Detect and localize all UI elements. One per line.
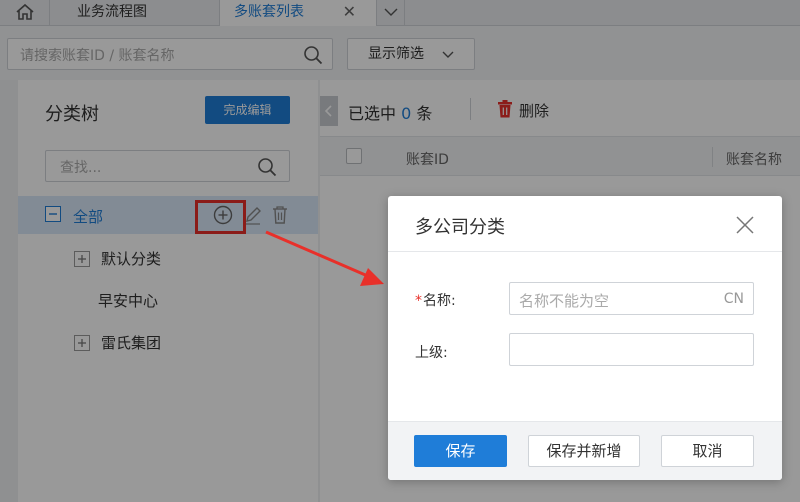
name-input[interactable]: 名称不能为空 CN [509, 282, 754, 315]
parent-input[interactable] [509, 333, 754, 366]
save-button[interactable]: 保存 [414, 435, 507, 467]
parent-field-label: 上级: [415, 345, 448, 361]
cancel-button[interactable]: 取消 [661, 435, 754, 467]
dialog-header: 多公司分类 [388, 196, 782, 252]
dialog-footer: 保存 保存并新增 取消 [388, 421, 782, 480]
category-dialog: 多公司分类 *名称: 名称不能为空 CN 上级: 保存 保存并新增 取消 [388, 196, 782, 480]
dialog-title: 多公司分类 [415, 217, 505, 238]
name-field-label: *名称: [415, 290, 456, 310]
close-icon[interactable] [736, 216, 754, 234]
required-mark: * [415, 293, 422, 309]
save-and-new-button[interactable]: 保存并新增 [528, 435, 640, 467]
name-label-text: 名称: [423, 293, 456, 309]
language-switch-button[interactable]: CN [724, 291, 744, 307]
name-placeholder: 名称不能为空 [519, 292, 610, 310]
